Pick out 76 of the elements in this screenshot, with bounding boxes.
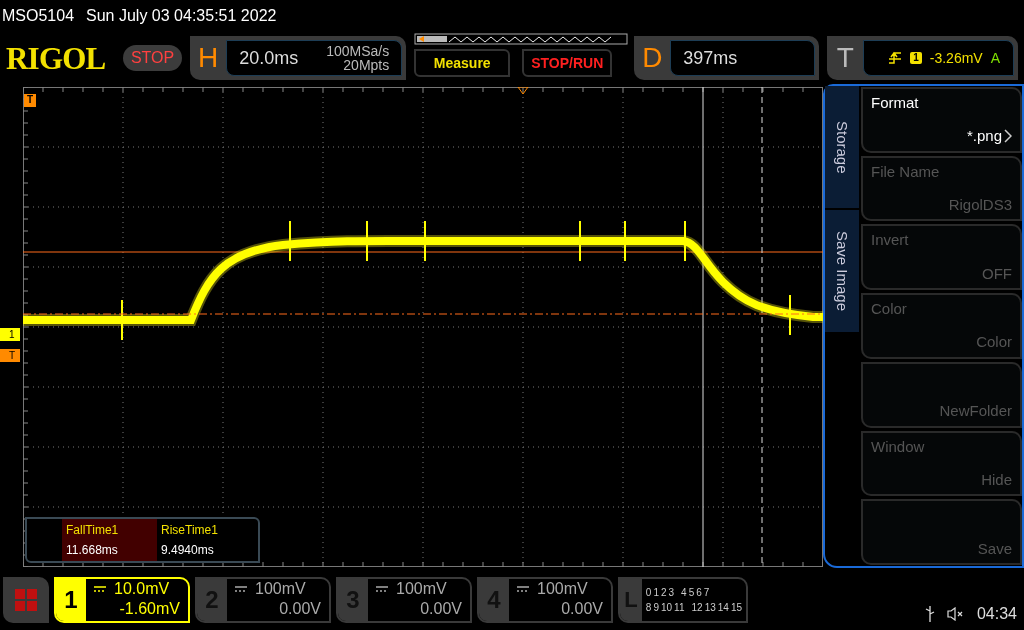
trigger-source: 1	[910, 51, 922, 65]
sample-rate: 100MSa/s	[326, 44, 390, 58]
digital-channel-label: 0	[645, 585, 652, 600]
menu-tab[interactable]: Save Image	[825, 210, 859, 332]
usb-icon	[924, 605, 935, 622]
menu-item-value: OFF	[982, 263, 1012, 284]
channel-button[interactable]: 1 10.0mV -1.60mV	[54, 576, 190, 623]
channel-scale: 10.0mV	[114, 578, 170, 599]
menu-item-label: Invert	[871, 230, 910, 251]
channel-offset: 0.00V	[561, 598, 603, 619]
menu-item-value: NewFolder	[939, 401, 1012, 422]
digital-channel-label: 6	[696, 585, 702, 600]
digital-channel-label: 3	[668, 585, 675, 600]
menu-item-label: Window	[871, 436, 926, 457]
menu-item[interactable]: Format *.png	[861, 87, 1022, 153]
brand-logo: RIGOL	[6, 42, 107, 74]
menu-item-value: Save	[977, 538, 1012, 559]
trigger-offset-marker: T	[24, 94, 37, 107]
measure-button[interactable]: Measure	[414, 49, 511, 77]
trigger-position-icon	[517, 87, 529, 95]
measurement-value: 11.668ms	[66, 542, 119, 559]
digital-channel-label: 15	[730, 600, 742, 615]
channel-offset: 0.00V	[279, 598, 321, 619]
digital-channel-label: 4	[681, 585, 687, 600]
digital-channel-label: 1	[653, 585, 659, 600]
menu-item-value: RigolDS3	[948, 194, 1012, 215]
measurement-item[interactable]: FallTime1 11.668ms	[62, 519, 157, 561]
run-state-badge: STOP	[122, 45, 183, 71]
dc-coupling-icon	[235, 585, 247, 592]
grid-icon	[15, 588, 37, 611]
panel-letter: T	[835, 44, 855, 72]
timebase-value: 20.0ms	[239, 46, 299, 70]
menu-item-value: Hide	[981, 469, 1012, 490]
digital-channel-label: 11	[674, 600, 685, 615]
digital-channel-label: 9	[653, 600, 659, 615]
trigger-level: -3.26mV	[929, 48, 983, 68]
dc-coupling-icon	[376, 585, 388, 592]
trigger-level-marker: T	[0, 349, 20, 362]
dc-coupling-icon	[517, 585, 529, 592]
channel-scale: 100mV	[537, 578, 588, 599]
digital-channel-label: 14	[717, 600, 729, 615]
digital-channel-label: 7	[703, 585, 710, 600]
chevron-right-icon	[1004, 129, 1012, 144]
digital-channel-label: 8	[645, 600, 652, 615]
channel-number: 1	[56, 578, 86, 621]
delay-value: 397ms	[683, 46, 738, 70]
channel-offset: -1.60mV	[119, 598, 180, 619]
menu-item-label: File Name	[871, 161, 941, 182]
trigger-mode: A	[990, 48, 1001, 68]
menu-item-value: *.png	[966, 126, 1002, 147]
channel-scale: 100mV	[255, 578, 306, 599]
rising-edge-icon	[888, 51, 903, 65]
measurement-value: 9.4940ms	[161, 542, 215, 559]
menu-tab[interactable]: Storage	[825, 86, 859, 208]
channel-offset: 0.00V	[420, 598, 462, 619]
measurement-name: RiseTime1	[161, 522, 219, 539]
digital-channel-label: 10	[661, 600, 673, 615]
stop-run-button[interactable]: STOP/RUN	[522, 49, 613, 77]
clock-time: 04:34	[976, 603, 1017, 624]
panel-letter: D	[641, 44, 664, 72]
menu-button[interactable]	[3, 576, 49, 623]
memory-depth: 20Mpts	[343, 58, 390, 72]
menu-item-label: Color	[871, 299, 908, 320]
channel-marker: 1	[0, 328, 20, 341]
digital-channel-label: 2	[661, 585, 667, 600]
channel-scale: 100mV	[396, 578, 447, 599]
measurement-name: FallTime1	[66, 522, 120, 539]
digital-channel-label: 12	[691, 600, 703, 615]
digital-channel-label: 5	[688, 585, 695, 600]
dc-coupling-icon	[94, 585, 106, 592]
date-time: Sun July 03 04:35:51 2022	[86, 6, 277, 26]
digital-channel-label: 13	[704, 600, 716, 615]
panel-letter: H	[197, 44, 220, 72]
model-name: MSO5104	[2, 6, 75, 26]
menu-item-label: Format	[871, 93, 920, 113]
menu-item-value: Color	[976, 332, 1012, 353]
